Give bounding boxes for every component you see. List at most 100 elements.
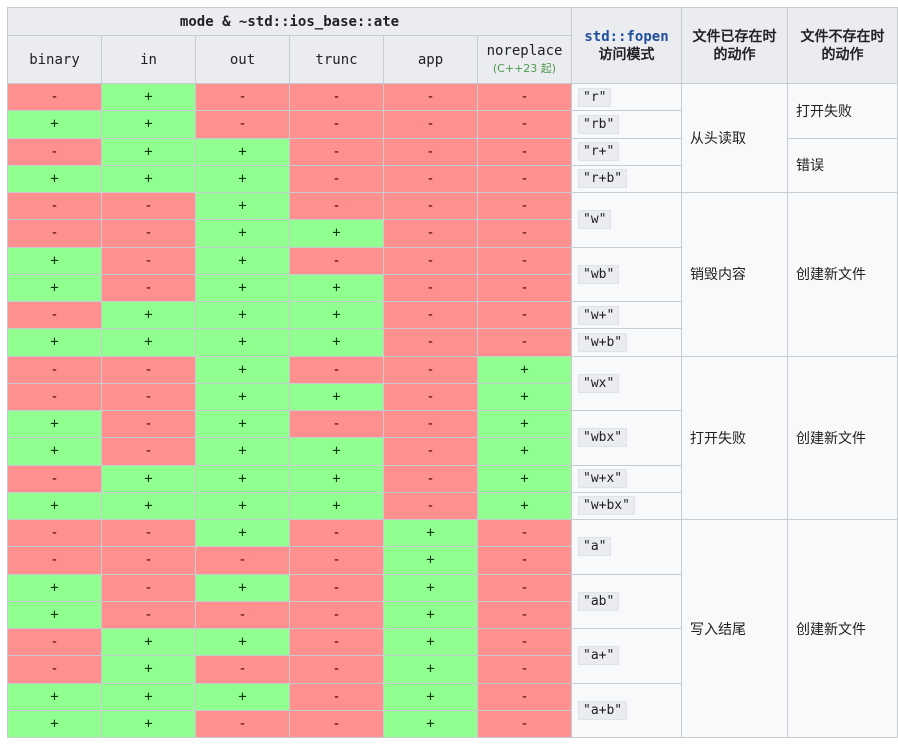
flag-cell: - <box>8 193 102 221</box>
mode-string: "r+" <box>578 142 620 162</box>
mode-string: "a" <box>578 537 612 557</box>
flag-cell: + <box>8 247 102 275</box>
flag-cell: + <box>8 492 102 520</box>
flag-cell: - <box>102 193 196 221</box>
mode-string: "w+bx" <box>578 496 635 516</box>
flag-cell: - <box>478 165 572 193</box>
exists-action-cell: 写入结尾 <box>682 520 788 738</box>
flag-cell: - <box>290 629 384 657</box>
mode-string: "w+b" <box>578 332 628 352</box>
mode-string: "wbx" <box>578 428 628 448</box>
flag-cell: + <box>196 574 290 602</box>
flag-cell: + <box>102 84 196 112</box>
flag-cell: + <box>196 438 290 466</box>
col-label: trunc <box>315 51 358 68</box>
flag-cell: - <box>290 547 384 575</box>
flag-cell: - <box>384 193 478 221</box>
flag-cell: - <box>290 411 384 439</box>
flag-cell: + <box>196 274 290 302</box>
flag-cell: - <box>8 356 102 384</box>
flag-cell: - <box>478 84 572 112</box>
notexists-action-cell: 错误 <box>788 138 898 193</box>
flag-cell: + <box>102 165 196 193</box>
flag-cell: - <box>478 302 572 330</box>
exists-action-cell: 打开失败 <box>682 356 788 520</box>
col-header-trunc: trunc <box>290 36 384 84</box>
exists-label-1: 文件已存在时 <box>692 28 777 45</box>
fopen-mode-cell: "a+" <box>572 629 682 684</box>
flag-cell: + <box>8 683 102 711</box>
flag-cell: - <box>478 683 572 711</box>
flag-cell: + <box>196 302 290 330</box>
flag-cell: - <box>8 520 102 548</box>
flag-cell: - <box>102 520 196 548</box>
flag-cell: - <box>384 492 478 520</box>
flag-cell: - <box>290 356 384 384</box>
fopen-mode-cell: "wb" <box>572 247 682 302</box>
flag-cell: - <box>102 220 196 248</box>
flag-cell: - <box>384 302 478 330</box>
notexists-action-header: 文件不存在时 的动作 <box>788 8 898 84</box>
flag-cell: - <box>290 683 384 711</box>
flag-cell: + <box>8 710 102 738</box>
flag-cell: + <box>384 520 478 548</box>
flag-cell: - <box>384 220 478 248</box>
flag-cell: - <box>8 220 102 248</box>
flag-cell: - <box>384 84 478 112</box>
mode-string: "wb" <box>578 264 620 284</box>
flag-cell: - <box>196 601 290 629</box>
flag-cell: - <box>384 247 478 275</box>
fopen-mode-cell: "r+b" <box>572 165 682 193</box>
fopen-mode-cell: "w" <box>572 193 682 248</box>
flag-cell: - <box>8 465 102 493</box>
flag-cell: + <box>290 438 384 466</box>
flag-cell: - <box>102 411 196 439</box>
flag-cell: + <box>196 520 290 548</box>
flag-cell: - <box>478 547 572 575</box>
col-label: binary <box>29 51 80 68</box>
fopen-mode-cell: "a+b" <box>572 683 682 738</box>
flag-cell: + <box>478 383 572 411</box>
mode-string: "wx" <box>578 373 620 393</box>
flag-cell: - <box>8 547 102 575</box>
col-header-app: app <box>384 36 478 84</box>
flag-cell: - <box>478 220 572 248</box>
flag-cell: - <box>478 629 572 657</box>
exists-action-cell: 销毁内容 <box>682 193 788 357</box>
flag-cell: - <box>384 329 478 357</box>
flag-cell: - <box>196 111 290 139</box>
flag-cell: - <box>102 247 196 275</box>
mode-string: "r+b" <box>578 169 628 189</box>
mode-string: "ab" <box>578 591 620 611</box>
flag-cell: - <box>290 656 384 684</box>
flag-cell: - <box>102 383 196 411</box>
flag-cell: - <box>478 247 572 275</box>
flag-cell: + <box>384 547 478 575</box>
flag-cell: + <box>8 329 102 357</box>
flags-group-label: mode & ~std::ios_base::ate <box>179 13 400 30</box>
flag-cell: - <box>478 601 572 629</box>
flag-cell: + <box>196 247 290 275</box>
fopen-mode-cell: "rb" <box>572 111 682 139</box>
exists-action-cell: 从头读取 <box>682 84 788 193</box>
fopen-mode-cell: "r" <box>572 84 682 112</box>
flag-cell: + <box>196 683 290 711</box>
flag-cell: + <box>384 656 478 684</box>
mode-string: "a+" <box>578 646 620 666</box>
flag-cell: + <box>196 492 290 520</box>
flag-cell: + <box>290 383 384 411</box>
flag-cell: - <box>384 438 478 466</box>
col-label: noreplace <box>486 42 563 59</box>
fopen-label: 访问模式 <box>598 46 655 63</box>
flag-cell: + <box>8 411 102 439</box>
flag-cell: - <box>8 84 102 112</box>
fopen-mode-cell: "w+b" <box>572 329 682 357</box>
flag-cell: + <box>102 656 196 684</box>
fopen-mode-cell: "wbx" <box>572 411 682 466</box>
flag-cell: + <box>196 383 290 411</box>
flag-cell: + <box>478 492 572 520</box>
flag-cell: - <box>384 465 478 493</box>
flag-cell: + <box>290 465 384 493</box>
mode-string: "a+b" <box>578 700 628 720</box>
fopen-mode-cell: "w+bx" <box>572 492 682 520</box>
